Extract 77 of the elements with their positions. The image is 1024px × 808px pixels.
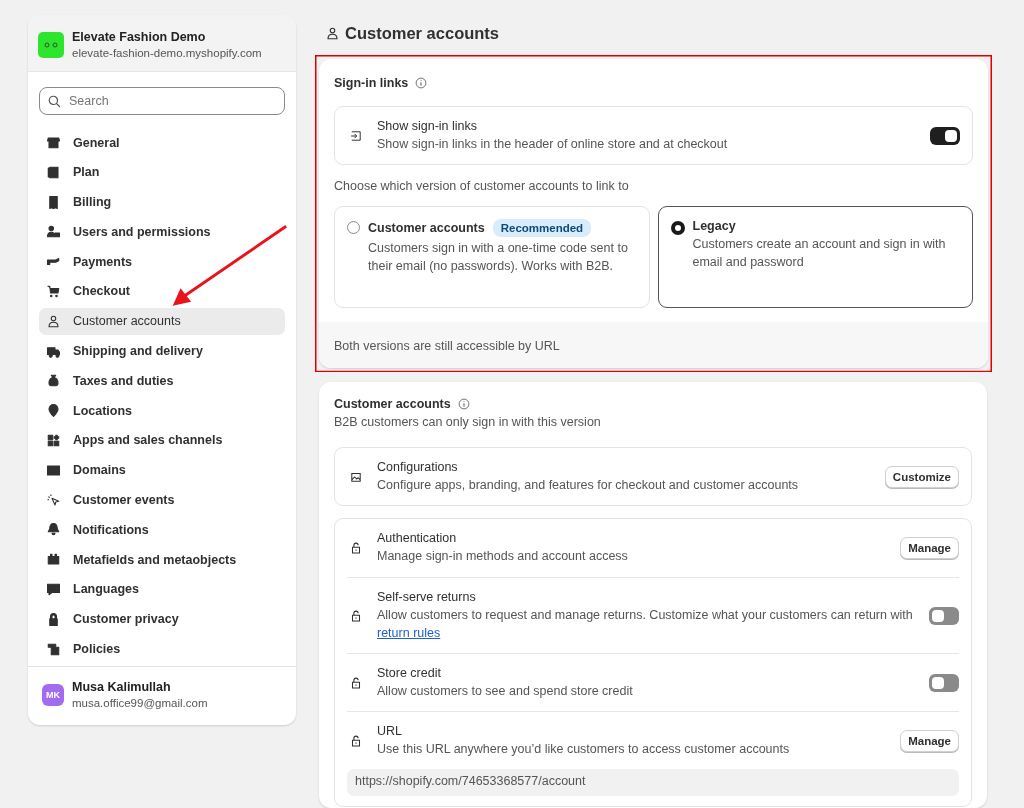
cursor-click-icon: [46, 492, 61, 508]
card-title: Sign-in links: [334, 76, 409, 90]
card-title: Customer accounts: [334, 397, 451, 412]
page-title: Customer accounts: [345, 24, 500, 43]
sidebar-item[interactable]: Taxes and duties: [39, 367, 285, 395]
setting-description: Use this URL anywhere you’d like customers to access customer accounts: [377, 740, 791, 758]
sidebar-item[interactable]: Notifications: [39, 516, 285, 544]
manage-button[interactable]: Manage: [900, 729, 959, 752]
apps-icon: [46, 432, 61, 448]
setting-title: Authentication: [377, 531, 458, 546]
sidebar-item[interactable]: Locations: [39, 397, 285, 425]
sign-in-icon: [349, 129, 363, 144]
card-subtitle: B2B customers can only sign in with this version: [334, 414, 602, 432]
store-icon: [46, 135, 61, 150]
sidebar-item[interactable]: Payments: [39, 248, 285, 276]
store-logo-icon: [38, 31, 64, 58]
user-email: musa.office99@gmail.com: [72, 697, 208, 709]
setting-title: Store credit: [377, 665, 442, 680]
sidebar-item[interactable]: Customer accounts: [39, 307, 285, 335]
sidebar-item[interactable]: Plan: [39, 158, 285, 186]
option-description: Customers sign in with a one-time code sent to their email (no passwords). Works with B2B.: [368, 240, 629, 276]
setting-description: Allow customers to see and spend store credit: [377, 682, 634, 700]
info-icon: [456, 397, 471, 412]
lock-icon: [46, 611, 61, 627]
search-icon: [47, 94, 62, 109]
option-title: Customer accounts: [368, 221, 485, 236]
sidebar-item[interactable]: Checkout: [39, 278, 285, 305]
store-domain: elevate-fashion-demo.myshopify.com: [72, 47, 262, 59]
lock-icon: [349, 541, 363, 556]
store-name: Elevate Fashion Demo: [72, 30, 207, 44]
sidebar-item[interactable]: General: [39, 129, 285, 156]
setting-title: Show sign-in links: [377, 119, 479, 133]
card-footer: Both versions are still accessible by URL: [319, 322, 988, 369]
manage-button[interactable]: Manage: [900, 537, 959, 560]
bell-icon: [46, 522, 61, 538]
option-title: Legacy: [692, 219, 736, 234]
calendar-icon: [46, 552, 61, 568]
money-bag-icon: [46, 373, 61, 389]
info-icon: [414, 76, 429, 90]
cart-icon: [46, 284, 61, 299]
user-avatar: MK: [42, 683, 64, 706]
customize-button[interactable]: Customize: [884, 466, 959, 489]
sidebar-item[interactable]: Billing: [39, 188, 285, 216]
setting-description: Allow customers to request and manage returns. Customize what your customers can return with return rules: [377, 606, 914, 642]
sidebar-item[interactable]: Shipping and delivery: [39, 337, 285, 365]
sidebar-item[interactable]: Metafields and metaobjects: [39, 546, 285, 574]
option-description: Customers create an account and sign in with email and password: [692, 236, 947, 272]
people-icon: [46, 224, 61, 240]
radio-option[interactable]: Legacy Customers create an account and sign in with email and password: [657, 206, 973, 309]
prompt-text: Choose which version of customer accounts to link to: [334, 179, 630, 194]
search-field[interactable]: Search: [39, 87, 285, 115]
setting-title: Configurations: [377, 460, 459, 475]
location-pin-icon: [46, 403, 61, 419]
toggle-switch[interactable]: [930, 127, 960, 146]
toggle-switch[interactable]: [929, 606, 959, 625]
recommended-badge: Recommended: [492, 219, 592, 238]
setting-title: Self-serve returns: [377, 589, 477, 604]
sidebar-item[interactable]: Users and permissions: [39, 218, 285, 246]
setting-title: URL: [377, 723, 403, 738]
radio-button[interactable]: [670, 221, 685, 236]
sidebar-item[interactable]: Policies: [39, 635, 285, 663]
sidebar-item[interactable]: Customer privacy: [39, 605, 285, 633]
sidebar-item[interactable]: Domains: [39, 456, 285, 484]
radio-option[interactable]: Customer accounts Recommended Customers sign in with a one-time code sent to their email (no passwords). Works with B2B.: [334, 206, 650, 309]
setting-description: Manage sign-in methods and account access: [377, 548, 629, 566]
return-rules-link[interactable]: return rules: [377, 625, 441, 640]
person-icon: [46, 313, 61, 329]
setting-description: Configure apps, branding, and features for checkout and customer accounts: [377, 477, 800, 495]
setting-description: Show sign-in links in the header of online store and at checkout: [377, 136, 729, 153]
image-icon: [349, 470, 363, 485]
person-icon: [325, 26, 340, 41]
url-field[interactable]: https://shopify.com/74653368577/account: [347, 769, 959, 796]
toggle-switch[interactable]: [929, 673, 959, 692]
user-name: Musa Kalimullah: [72, 680, 172, 694]
sidebar-item[interactable]: Customer events: [39, 486, 285, 514]
sidebar-item[interactable]: Apps and sales channels: [39, 426, 285, 454]
sidebar-item[interactable]: Languages: [39, 575, 285, 603]
